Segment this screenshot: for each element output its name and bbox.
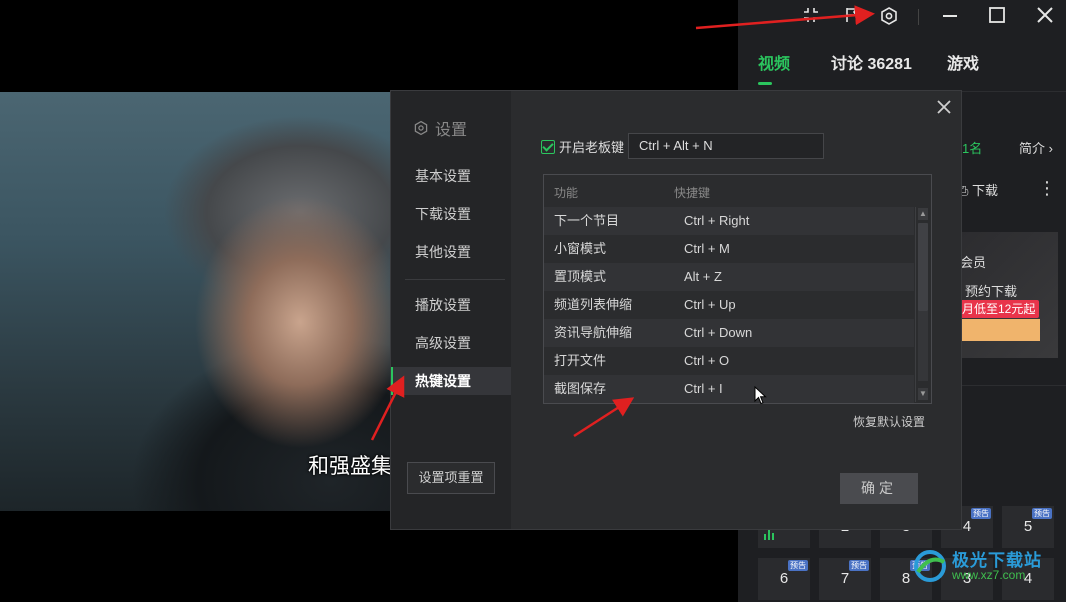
- arrow-to-settings-icon: [695, 5, 875, 30]
- app-window: 和强盛集 视频 讨论 36281 游戏 1名 简介 › ⎙ 下载 ⋮ 会员 | …: [0, 0, 1066, 602]
- arrow-to-hotkey-nav: [370, 375, 405, 441]
- arrow-to-screenshot-row: [573, 397, 635, 438]
- annotation-arrows: [370, 5, 875, 441]
